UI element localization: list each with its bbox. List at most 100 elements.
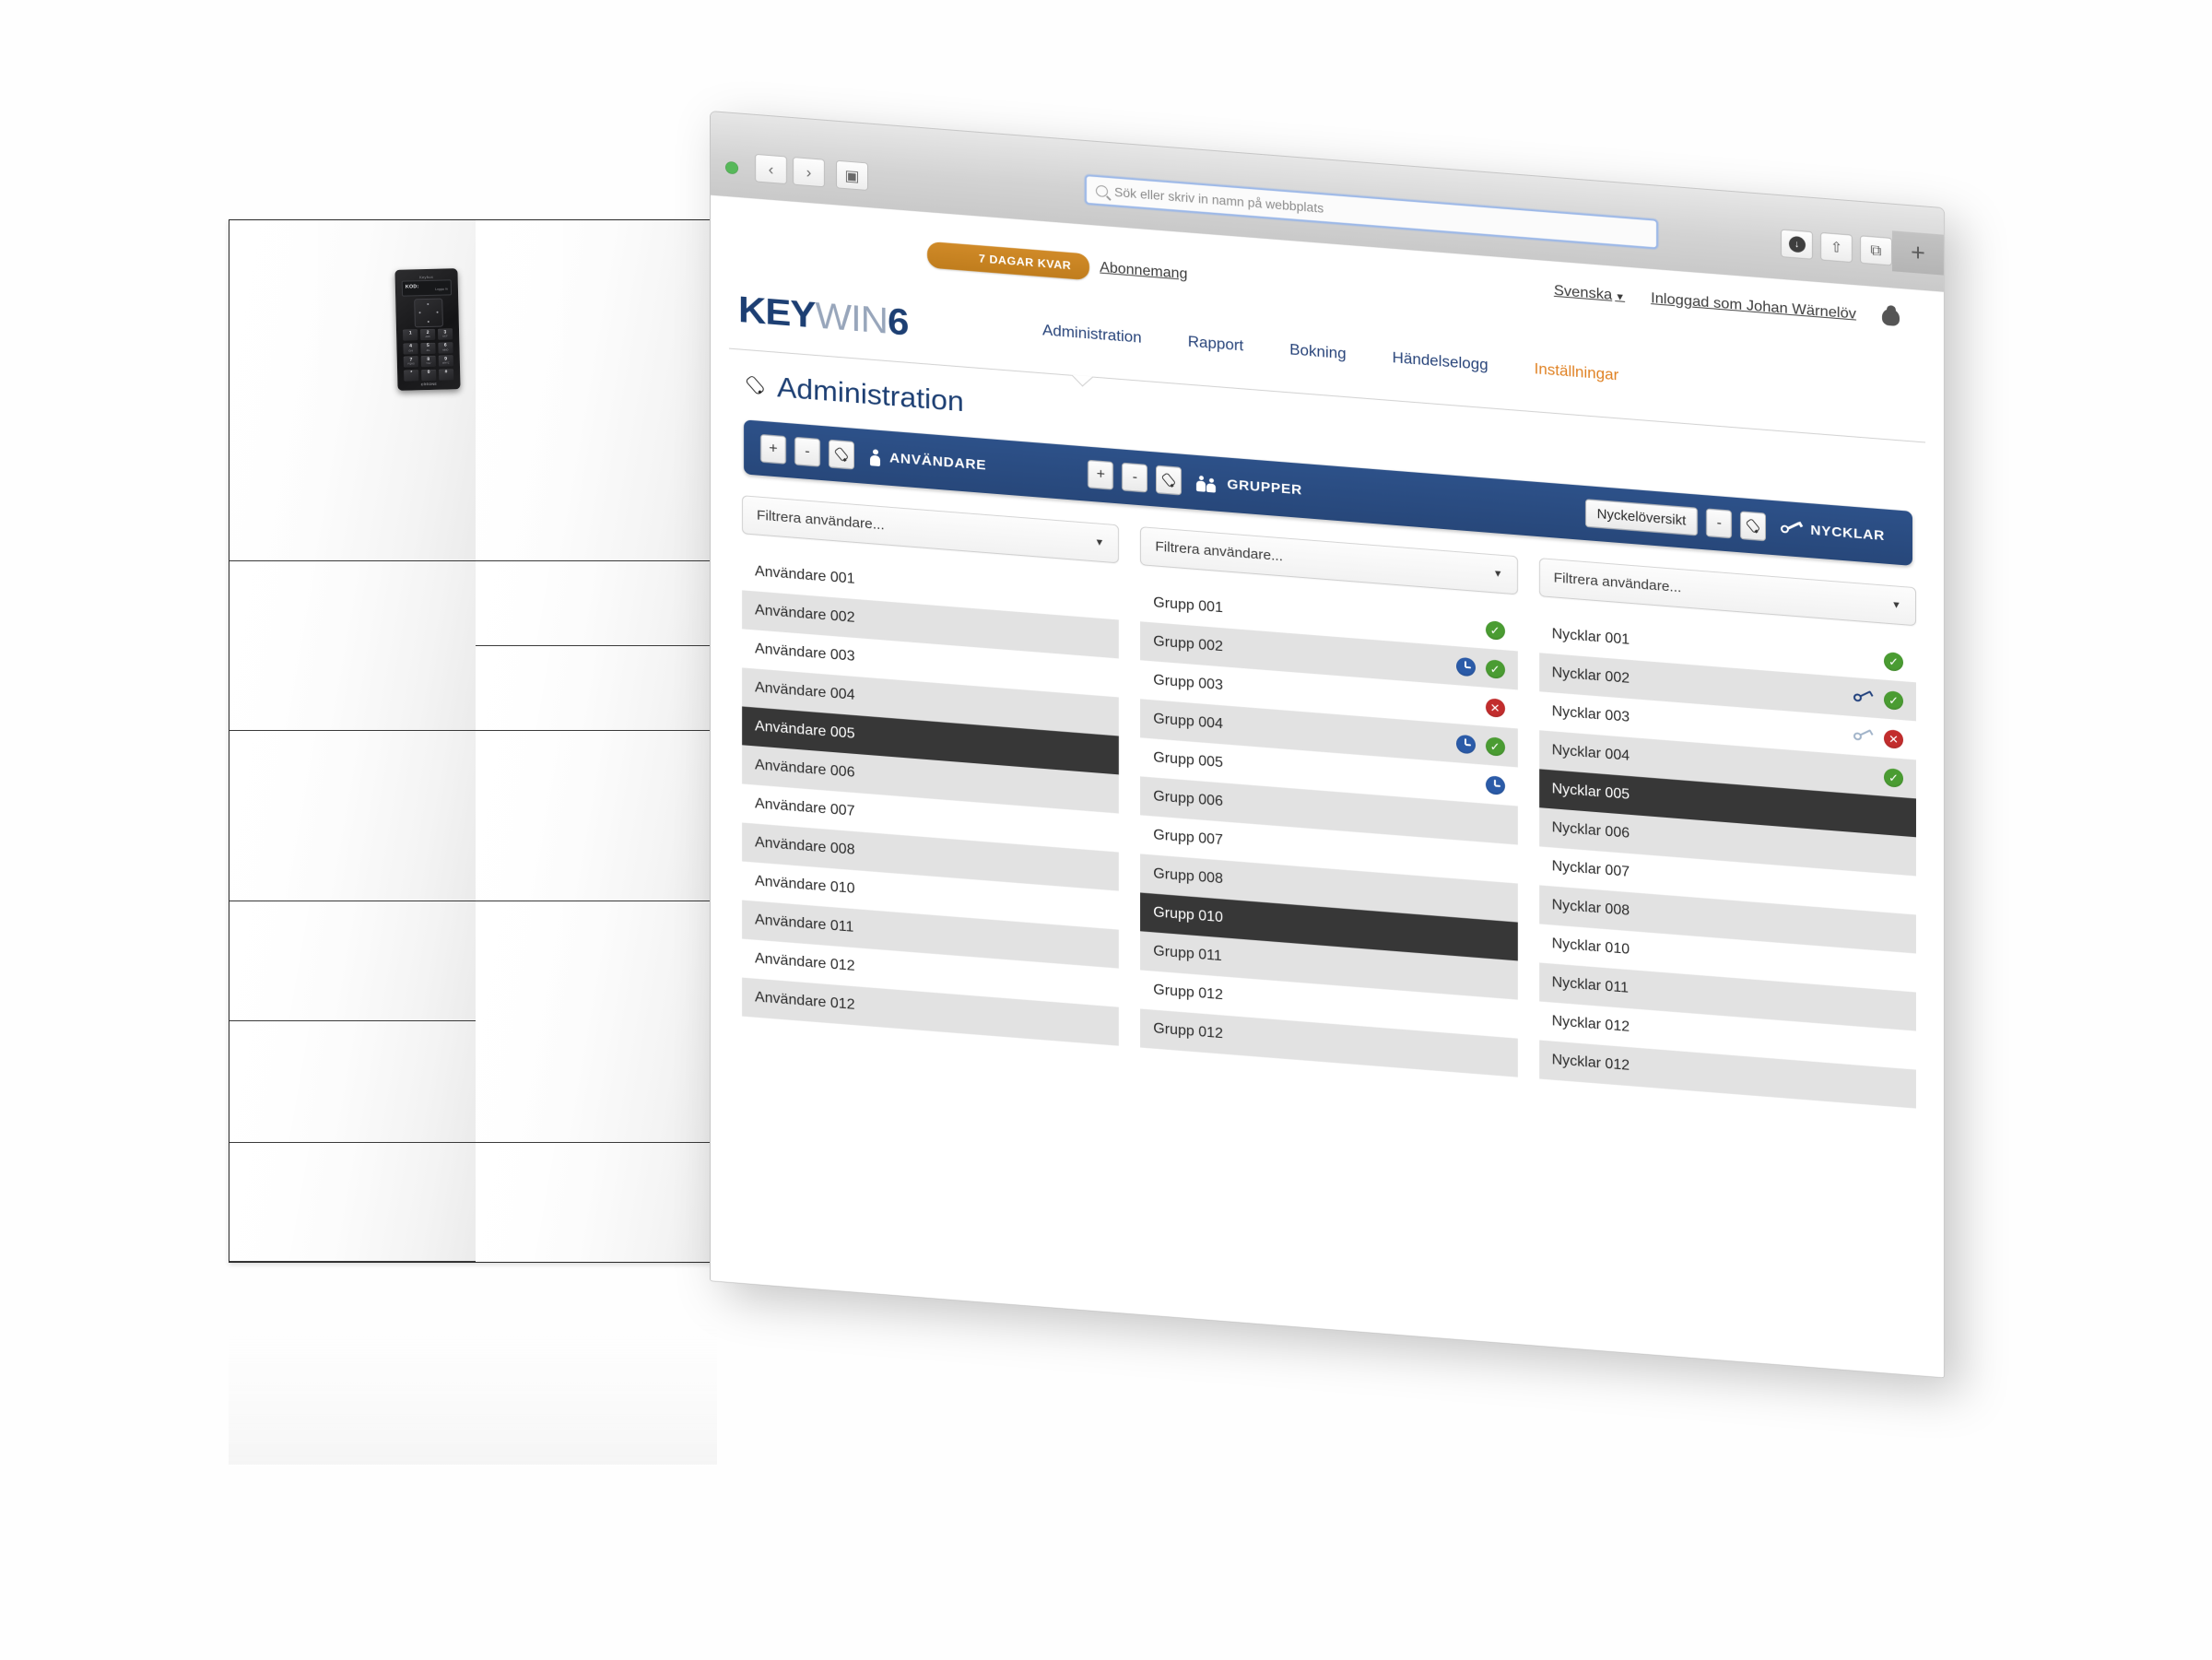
list-item-label: Användare 004 <box>755 679 855 703</box>
remove-group-button[interactable]: - <box>1122 462 1148 493</box>
nav-item-rapport[interactable]: Rapport <box>1188 333 1243 355</box>
keypad-key-number: 1 <box>408 329 412 336</box>
cabinet-door <box>476 1143 718 1262</box>
list-item-badges <box>1485 774 1505 795</box>
window-traffic-lights[interactable] <box>725 160 738 175</box>
list-item-badges: ✓ <box>1455 656 1505 679</box>
status-ok-icon: ✓ <box>1883 651 1903 672</box>
list-item-label: Grupp 004 <box>1153 711 1223 733</box>
list-item-label: Nycklar 010 <box>1551 936 1630 958</box>
share-icon: ⇧ <box>1830 240 1843 256</box>
cabinet-door <box>476 731 718 901</box>
keypad-key-letters: WXYZ <box>441 361 450 365</box>
nav-item-administration[interactable]: Administration <box>1042 322 1142 347</box>
browser-nav-buttons[interactable]: ‹ › ▣ <box>755 153 868 192</box>
schedule-clock-icon <box>1455 734 1476 754</box>
new-tab-button[interactable]: + <box>1892 230 1944 276</box>
keywin-logo[interactable]: KEYWIN6 <box>738 288 908 342</box>
list-item-badges: ✕ <box>1853 726 1903 749</box>
language-selector[interactable]: Svenska ▼ <box>1554 282 1625 304</box>
browser-toolbar-right[interactable]: ↓ ⇧ ⧉ <box>1781 229 1892 266</box>
keypad-key[interactable]: 3 DEF <box>437 328 453 340</box>
list-item-label: Nycklar 012 <box>1551 1052 1630 1074</box>
edit-group-button[interactable] <box>1156 465 1182 496</box>
cabinet-keypad[interactable]: Keybox KOD: Logga in 1 2 ABC 3 DEF 4 GHI 5J… <box>394 268 461 391</box>
search-placeholder: Sök eller skriv in namn på webbplats <box>1114 184 1324 216</box>
keypad-key[interactable]: 7 PQRS <box>403 356 419 368</box>
subscription-link[interactable]: Abonnemang <box>1100 260 1187 283</box>
toolbar-group-keys: Nyckelöversikt - NYCKLAR <box>1584 499 1885 550</box>
share-button[interactable]: ⇧ <box>1820 231 1853 264</box>
chevron-down-icon: ▼ <box>1492 568 1503 580</box>
keypad-number-grid[interactable]: 1 2 ABC 3 DEF 4 GHI 5 JKL 6 MNO 7 PQRS 8 TUV 9W… <box>402 328 454 382</box>
add-user-button[interactable]: + <box>760 433 786 465</box>
chevron-down-icon: ▼ <box>1094 536 1105 548</box>
downloads-button[interactable]: ↓ <box>1781 229 1813 260</box>
list-fade <box>1140 1164 1518 1345</box>
edit-user-button[interactable] <box>829 439 854 470</box>
keypad-key-letters: DEF <box>442 335 448 338</box>
status-ok-icon: ✓ <box>1883 767 1903 788</box>
filter-groups-placeholder: Filtrera användare... <box>1155 538 1284 564</box>
users-list[interactable]: Användare 001 Användare 002 Användare 003 A… <box>742 551 1120 1313</box>
list-item-badges: ✓ <box>1853 688 1903 711</box>
window-close-icon[interactable] <box>725 160 738 175</box>
keypad-brand-bottom: CREONE <box>420 382 438 387</box>
edit-key-button[interactable] <box>1740 511 1767 542</box>
keypad-key[interactable]: 4 GHI <box>403 342 418 355</box>
keypad-key[interactable]: 6 MNO <box>437 341 453 354</box>
cabinet-door <box>229 1143 476 1262</box>
keypad-key[interactable]: 1 <box>402 329 418 341</box>
keypad-key[interactable]: 8 TUV <box>420 355 437 368</box>
search-icon <box>1096 184 1108 197</box>
sidebar-toggle-icon[interactable]: ▣ <box>836 159 868 192</box>
filter-groups-dropdown[interactable]: Filtrera användare... ▼ <box>1140 526 1518 595</box>
list-item-label: Nycklar 003 <box>1551 703 1630 725</box>
add-group-button[interactable]: + <box>1088 459 1114 490</box>
status-error-icon: ✕ <box>1485 697 1505 718</box>
remove-key-button[interactable]: - <box>1706 508 1733 539</box>
filter-users-dropdown[interactable]: Filtrera användare... ▼ <box>742 495 1120 564</box>
cabinet-door <box>476 561 718 646</box>
list-item-badges: ✓ <box>1485 619 1505 641</box>
forward-icon[interactable]: › <box>793 157 825 188</box>
key-overview-button[interactable]: Nyckelöversikt <box>1584 499 1699 536</box>
keypad-dpad[interactable] <box>414 298 443 328</box>
back-icon[interactable]: ‹ <box>755 153 787 185</box>
cabinet-right-column <box>476 220 718 1262</box>
language-label: Svenska <box>1553 282 1613 303</box>
nav-item-bokning[interactable]: Bokning <box>1289 341 1346 363</box>
remove-user-button[interactable]: - <box>794 436 820 467</box>
keys-list[interactable]: Nycklar 001 ✓ Nycklar 002 ✓ Nycklar 003 ✕ Nyck… <box>1538 614 1916 1375</box>
keypad-key-letters: PQRS <box>407 362 415 366</box>
column-groups: Filtrera användare... ▼ Grupp 001 ✓ Grupp … <box>1140 526 1518 1345</box>
nav-item-installningar[interactable]: Inställningar <box>1535 360 1619 384</box>
keypad-key[interactable]: # <box>438 368 454 381</box>
logged-in-user-link[interactable]: Inloggad som Johan Wärnelöv <box>1651 290 1856 324</box>
keypad-key[interactable]: * <box>404 369 419 382</box>
keypad-key-number: # <box>444 369 448 375</box>
keypad-key[interactable]: 0 <box>420 369 437 381</box>
cabinet-left-column: Keybox KOD: Logga in 1 2 ABC 3 DEF 4 GHI 5J… <box>229 220 477 1262</box>
cabinet-door <box>229 901 476 1021</box>
list-item-label: Nycklar 005 <box>1551 781 1630 803</box>
key-icon <box>1853 729 1874 744</box>
filter-keys-dropdown[interactable]: Filtrera användare... ▼ <box>1538 558 1916 627</box>
admin-columns: Filtrera användare... ▼ Användare 001 Anv… <box>742 495 1916 1375</box>
keypad-key[interactable]: 2 ABC <box>419 328 436 341</box>
avatar[interactable] <box>1882 308 1900 327</box>
keypad-key-letters: MNO <box>442 348 449 352</box>
keypad-key[interactable]: 9 WXYZ <box>438 355 453 367</box>
list-item-badges: ✓ <box>1883 651 1903 672</box>
keypad-key-letters: TUV <box>426 362 431 366</box>
nav-item-handelselogg[interactable]: Händelselogg <box>1393 349 1488 374</box>
groups-list[interactable]: Grupp 001 ✓ Grupp 002 ✓ Grupp 003 ✕ Grupp 004 ✓… <box>1140 583 1518 1345</box>
status-error-icon: ✕ <box>1883 728 1903 749</box>
keypad-key[interactable]: 5 JKL <box>420 342 436 354</box>
chevron-down-icon: ▼ <box>1615 291 1626 303</box>
list-item-label: Användare 002 <box>755 602 855 626</box>
show-tabs-button[interactable]: ⧉ <box>1860 235 1892 266</box>
keypad-key-number: 3 <box>443 329 447 336</box>
list-item-label: Användare 010 <box>755 874 855 897</box>
keypad-key-number: 8 <box>427 356 430 362</box>
